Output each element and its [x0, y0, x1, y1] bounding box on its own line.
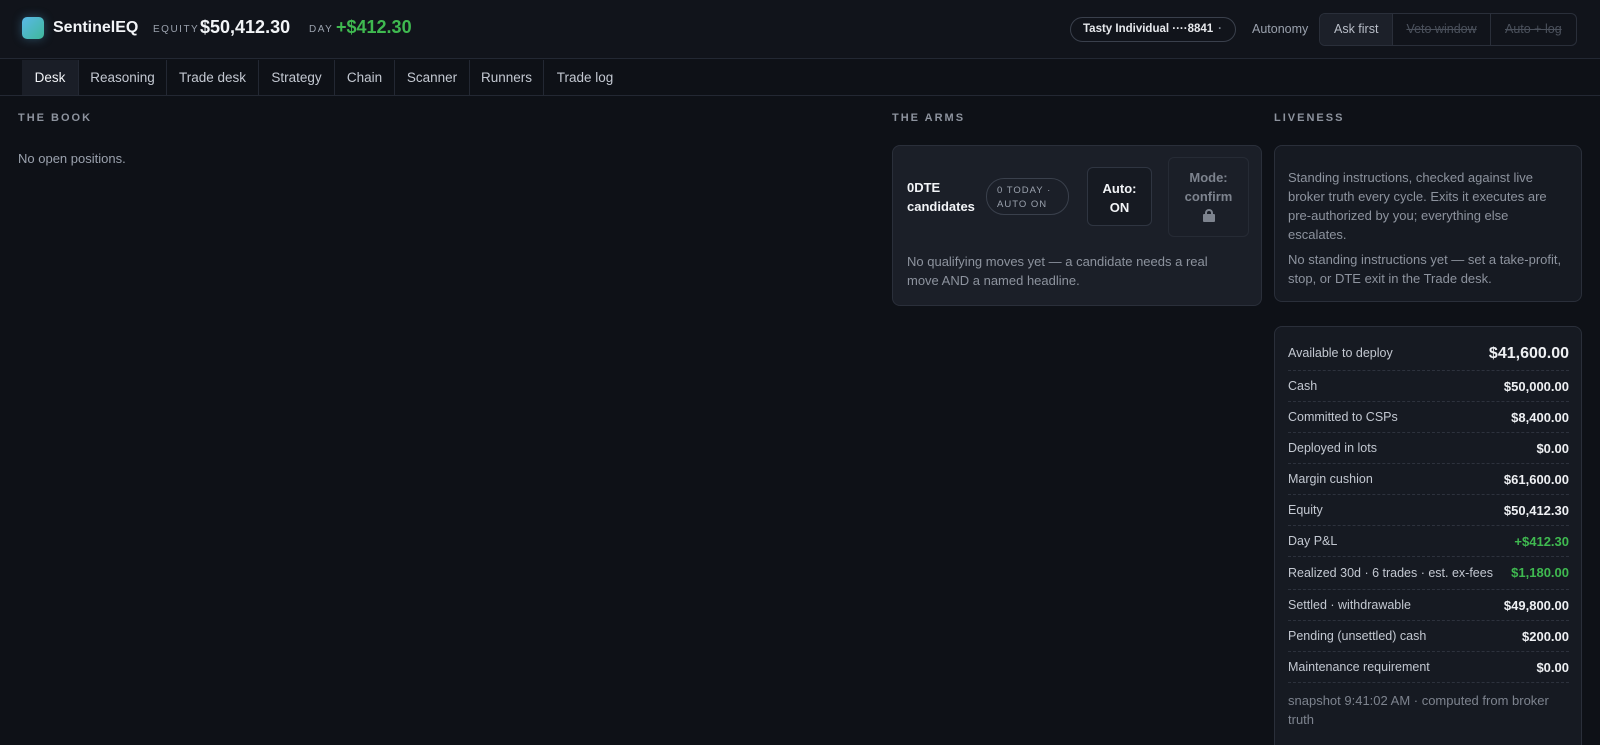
capital-row: Maintenance requirement $0.00	[1288, 652, 1569, 683]
autonomy-option-ask-first[interactable]: Ask first	[1320, 14, 1394, 45]
mode-line1: Mode:	[1189, 170, 1228, 185]
capital-row-label: Settled · withdrawable	[1288, 598, 1411, 612]
arm-name: 0DTE candidates	[907, 180, 975, 214]
capital-row-label: Equity	[1288, 503, 1323, 517]
capital-row: Realized 30d · 6 trades · est. ex-fees $…	[1288, 557, 1569, 590]
tab-reasoning[interactable]: Reasoning	[79, 60, 167, 95]
capital-row-label: Committed to CSPs	[1288, 410, 1398, 424]
autonomy-toggle: Ask first Veto window Auto + log	[1319, 13, 1577, 46]
capital-row-value: $41,600.00	[1488, 345, 1569, 362]
account-selector[interactable]: Tasty Individual ····8841 ·	[1070, 17, 1236, 42]
main-tabs: Desk Reasoning Trade desk Strategy Chain…	[0, 60, 1600, 96]
day-pnl-value: +$412.30	[336, 17, 412, 37]
equity-value: $50,412.30	[200, 17, 291, 37]
capital-row-value: $49,800.00	[1503, 598, 1569, 613]
arm-badge-line1: 0 TODAY ·	[997, 185, 1052, 196]
capital-row: Margin cushion $61,600.00	[1288, 464, 1569, 495]
mode-line2: confirm	[1184, 189, 1233, 204]
autonomy-label: Autonomy	[1252, 22, 1309, 36]
capital-row-label: Margin cushion	[1288, 472, 1373, 486]
capital-row-value: $8,400.00	[1511, 410, 1569, 425]
auto-line1: Auto:	[1102, 181, 1137, 196]
capital-row: Pending (unsettled) cash $200.00	[1288, 621, 1569, 652]
equity-label: EQUITY	[153, 24, 200, 35]
capital-row-value: $200.00	[1522, 629, 1569, 644]
tab-trade-desk[interactable]: Trade desk	[167, 60, 259, 95]
account-name: Tasty Individual ····8841	[1083, 23, 1214, 35]
arm-badge-line2: AUTO ON	[997, 199, 1048, 210]
tab-trade-log[interactable]: Trade log	[544, 60, 626, 95]
auto-toggle-button[interactable]: Auto: ON	[1087, 167, 1152, 226]
top-header: SentinelEQ EQUITY $50,412.30 DAY +$412.3…	[0, 0, 1600, 59]
liveness-empty-text: No standing instructions yet — set a tak…	[1288, 252, 1562, 286]
capital-row-value: $50,412.30	[1503, 503, 1569, 518]
autonomy-option-auto-log[interactable]: Auto + log	[1491, 14, 1576, 45]
day-label: DAY	[309, 24, 334, 35]
capital-row-label: Deployed in lots	[1288, 441, 1377, 455]
capital-row: Deployed in lots $0.00	[1288, 433, 1569, 464]
capital-row-label: Available to deploy	[1288, 346, 1393, 360]
capital-row-value: $61,600.00	[1503, 472, 1569, 487]
arm-card-0dte: 0DTE candidates 0 TODAY · AUTO ON Auto: …	[892, 145, 1262, 306]
capital-row: Day P&L +$412.30	[1288, 526, 1569, 557]
capital-row-label: Realized 30d · 6 trades · est. ex-fees	[1288, 566, 1493, 580]
tab-runners[interactable]: Runners	[470, 60, 544, 95]
arm-note: No qualifying moves yet — a candidate ne…	[907, 254, 1208, 288]
liveness-title: LIVENESS	[1274, 112, 1345, 124]
capital-row: Available to deploy $41,600.00	[1288, 339, 1569, 371]
snapshot-timestamp: snapshot 9:41:02 AM · computed from brok…	[1288, 693, 1549, 727]
book-title: THE BOOK	[18, 112, 93, 124]
capital-card: Available to deploy $41,600.00 Cash $50,…	[1274, 326, 1582, 745]
book-empty-text: No open positions.	[18, 151, 126, 166]
capital-row: Cash $50,000.00	[1288, 371, 1569, 402]
arm-status-badge: 0 TODAY · AUTO ON	[986, 178, 1069, 215]
liveness-description: Standing instructions, checked against l…	[1288, 170, 1547, 242]
arms-title: THE ARMS	[892, 112, 966, 124]
capital-row-label: Day P&L	[1288, 534, 1338, 548]
capital-row-label: Maintenance requirement	[1288, 660, 1430, 674]
liveness-card: Standing instructions, checked against l…	[1274, 145, 1582, 302]
capital-row-value: $0.00	[1536, 441, 1569, 456]
lock-icon	[1202, 209, 1215, 222]
tab-strategy[interactable]: Strategy	[259, 60, 335, 95]
tab-desk[interactable]: Desk	[22, 60, 79, 95]
capital-row-value: $0.00	[1536, 660, 1569, 675]
auto-line2: ON	[1109, 200, 1130, 215]
app-name: SentinelEQ	[53, 19, 139, 36]
mode-confirm-button[interactable]: Mode: confirm	[1168, 157, 1249, 237]
capital-row-value: $50,000.00	[1503, 379, 1569, 394]
tab-chain[interactable]: Chain	[335, 60, 395, 95]
chevron-down-icon: ·	[1218, 23, 1222, 35]
tab-scanner[interactable]: Scanner	[395, 60, 470, 95]
capital-row-value: $1,180.00	[1511, 565, 1569, 580]
app-logo-icon	[22, 17, 44, 39]
capital-row: Equity $50,412.30	[1288, 495, 1569, 526]
capital-row: Committed to CSPs $8,400.00	[1288, 402, 1569, 433]
capital-row: Settled · withdrawable $49,800.00	[1288, 590, 1569, 621]
capital-row-label: Cash	[1288, 379, 1318, 393]
capital-row-value: +$412.30	[1514, 534, 1569, 549]
autonomy-option-veto-window[interactable]: Veto window	[1393, 14, 1491, 45]
capital-row-label: Pending (unsettled) cash	[1288, 629, 1427, 643]
